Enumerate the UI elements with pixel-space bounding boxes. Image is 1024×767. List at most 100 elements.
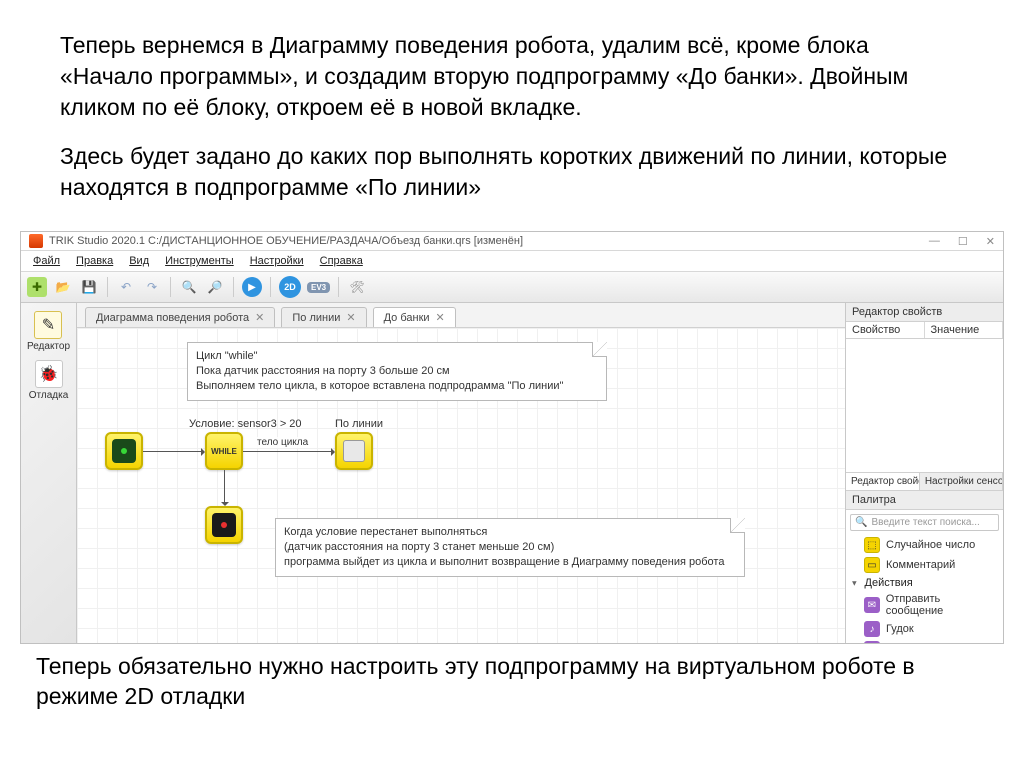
mode-2d-button[interactable]: 2D — [279, 276, 301, 298]
comment-note-2[interactable]: Когда условие перестанет выполняться (да… — [275, 518, 745, 577]
palette-group-actions[interactable]: Действия — [846, 575, 1003, 591]
menu-settings[interactable]: Настройки — [244, 253, 310, 269]
note1-line1: Цикл "while" — [196, 349, 596, 364]
window-title: TRIK Studio 2020.1 C:/ДИСТАНЦИОННОЕ ОБУЧ… — [49, 235, 523, 247]
new-icon[interactable]: ✚ — [27, 277, 47, 297]
note2-line1: Когда условие перестанет выполняться — [284, 525, 734, 540]
search-placeholder: Введите текст поиска... — [871, 517, 979, 528]
subprogram-block[interactable] — [335, 432, 373, 470]
editor-mode-button[interactable]: ✎ Редактор — [27, 311, 70, 352]
comment-note-1[interactable]: Цикл "while" Пока датчик расстояния на п… — [187, 342, 607, 401]
intro-p1: Теперь вернемся в Диаграмму поведения ро… — [60, 30, 964, 123]
close-button[interactable]: ✕ — [986, 235, 995, 248]
col-property: Свойство — [846, 322, 925, 338]
intro-text: Теперь вернемся в Диаграмму поведения ро… — [0, 0, 1024, 231]
palette-item-send[interactable]: ✉ Отправить сообщение — [846, 591, 1003, 619]
tab-po-linii[interactable]: По линии ✕ — [281, 307, 366, 327]
palette-item-beep[interactable]: ♪ Гудок — [846, 619, 1003, 639]
maximize-button[interactable]: ☐ — [958, 235, 968, 248]
note2-line3: программа выйдет из цикла и выполнит воз… — [284, 555, 734, 570]
undo-icon[interactable]: ↶ — [116, 277, 136, 297]
bug-icon: 🐞 — [35, 360, 63, 388]
run-button[interactable]: ▶ — [242, 277, 262, 297]
menubar: Файл Правка Вид Инструменты Настройки Сп… — [21, 251, 1003, 272]
arrow-body-label: тело цикла — [255, 437, 310, 448]
palette-search[interactable]: 🔍 Введите текст поиска... — [850, 514, 999, 531]
tab-sensor-settings[interactable]: Настройки сенсор... — [920, 473, 1003, 490]
arrow-while-end — [224, 470, 225, 504]
zoom-in-icon[interactable]: 🔍 — [179, 277, 199, 297]
properties-body — [846, 339, 1003, 472]
toolbar-sep — [107, 277, 108, 297]
diagram-canvas[interactable]: Цикл "while" Пока датчик расстояния на п… — [77, 328, 845, 643]
toolbar-sep — [338, 277, 339, 297]
while-block[interactable]: WHILE — [205, 432, 243, 470]
editor-tabs: Диаграмма поведения робота ✕ По линии ✕ … — [77, 303, 845, 328]
traffic-light-icon — [112, 439, 136, 463]
properties-panel-title: Редактор свойств — [846, 303, 1003, 322]
col-value: Значение — [925, 322, 1004, 338]
toolbar-sep — [233, 277, 234, 297]
intro-p2: Здесь будет задано до каких пор выполнят… — [60, 141, 964, 203]
menu-view[interactable]: Вид — [123, 253, 155, 269]
settings-icon[interactable]: 🛠 — [347, 277, 367, 297]
comment-icon: ▭ — [864, 557, 880, 573]
end-block[interactable] — [205, 506, 243, 544]
palette-panel-title: Палитра — [846, 491, 1003, 510]
arrow-start-while — [143, 451, 203, 452]
while-label: WHILE — [212, 439, 236, 463]
editor-label: Редактор — [27, 341, 70, 352]
menu-edit[interactable]: Правка — [70, 253, 119, 269]
toolbar-sep — [270, 277, 271, 297]
tab-do-banki[interactable]: До банки ✕ — [373, 307, 456, 327]
properties-tabs: Редактор свойс... Настройки сенсор... — [846, 472, 1003, 491]
tab-behavior-diagram[interactable]: Диаграмма поведения робота ✕ — [85, 307, 275, 327]
start-block[interactable] — [105, 432, 143, 470]
minimize-button[interactable]: — — [929, 235, 940, 248]
palette-item-label: Гудок — [886, 623, 914, 635]
palette-body: 🔍 Введите текст поиска... ⬚ Случайное чи… — [846, 510, 1003, 643]
palette-item-random[interactable]: ⬚ Случайное число — [846, 535, 1003, 555]
open-icon[interactable]: 📂 — [53, 277, 73, 297]
close-icon[interactable]: ✕ — [346, 311, 355, 324]
mode-ev3-button[interactable]: EV3 — [307, 282, 330, 293]
app-icon — [29, 234, 43, 248]
arrow-while-sub — [243, 451, 333, 452]
debug-label: Отладка — [29, 390, 69, 401]
palette-item-play[interactable]: 🔊 Играть звук — [846, 639, 1003, 643]
note2-line2: (датчик расстояния на порту 3 станет мен… — [284, 540, 734, 555]
traffic-light-icon — [212, 513, 236, 537]
canvas-area: Диаграмма поведения робота ✕ По линии ✕ … — [77, 303, 845, 643]
note1-line3: Выполняем тело цикла, в которое вставлен… — [196, 379, 596, 394]
random-icon: ⬚ — [864, 537, 880, 553]
close-icon[interactable]: ✕ — [436, 311, 445, 324]
note1-line2: Пока датчик расстояния на порту 3 больше… — [196, 364, 596, 379]
save-icon[interactable]: 💾 — [79, 277, 99, 297]
redo-icon[interactable]: ↷ — [142, 277, 162, 297]
right-panels: Редактор свойств Свойство Значение Редак… — [845, 303, 1003, 643]
menu-help[interactable]: Справка — [314, 253, 369, 269]
menu-tools[interactable]: Инструменты — [159, 253, 240, 269]
tab-label: Диаграмма поведения робота — [96, 312, 249, 324]
close-icon[interactable]: ✕ — [255, 311, 264, 324]
palette-item-label: Случайное число — [886, 539, 975, 551]
editor-icon: ✎ — [34, 311, 62, 339]
toolbar-sep — [170, 277, 171, 297]
palette-item-label: Комментарий — [886, 559, 955, 571]
work-area: ✎ Редактор 🐞 Отладка Диаграмма поведения… — [21, 303, 1003, 643]
condition-label: Условие: sensor3 > 20 — [189, 418, 302, 430]
zoom-out-icon[interactable]: 🔎 — [205, 277, 225, 297]
send-icon: ✉ — [864, 597, 880, 613]
menu-file[interactable]: Файл — [27, 253, 66, 269]
sound-icon: 🔊 — [864, 641, 880, 643]
palette-item-label: Отправить сообщение — [886, 593, 999, 617]
tab-properties-editor[interactable]: Редактор свойс... — [846, 473, 920, 490]
left-toolbar: ✎ Редактор 🐞 Отладка — [21, 303, 77, 643]
palette-item-comment[interactable]: ▭ Комментарий — [846, 555, 1003, 575]
beep-icon: ♪ — [864, 621, 880, 637]
search-icon: 🔍 — [855, 517, 867, 528]
window-controls: — ☐ ✕ — [929, 235, 995, 248]
debug-mode-button[interactable]: 🐞 Отладка — [29, 360, 69, 401]
palette-group-label: Действия — [865, 577, 913, 589]
window-icon — [343, 440, 365, 462]
